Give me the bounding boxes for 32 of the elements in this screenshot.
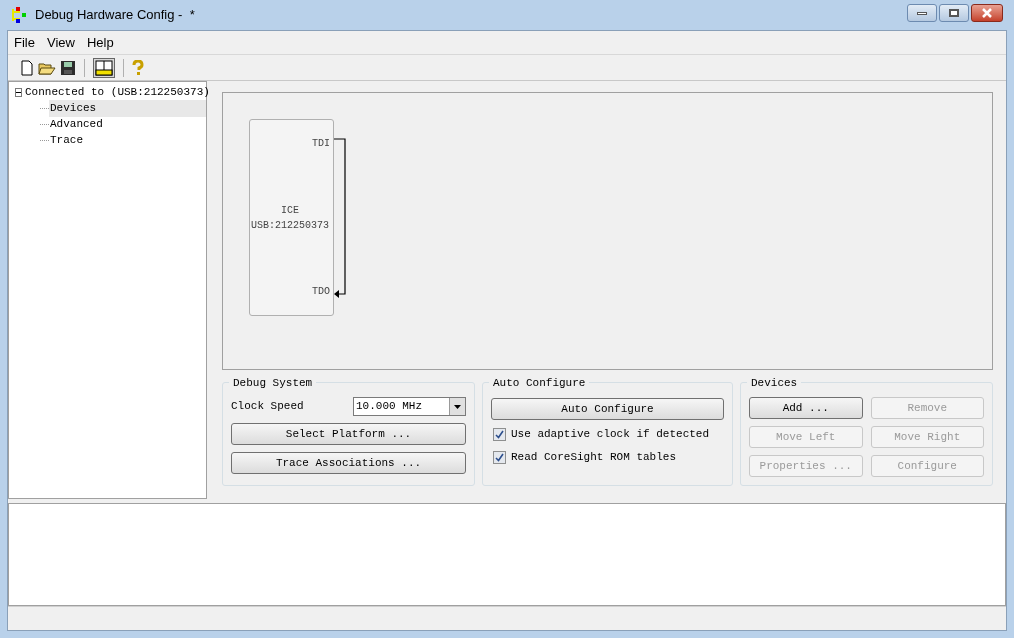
checkbox[interactable] — [493, 428, 506, 441]
auto-configure-button[interactable]: Auto Configure — [491, 398, 724, 421]
app-logo-icon — [11, 7, 27, 23]
action-button[interactable]: Trace Associations ... — [231, 452, 466, 474]
new-file-icon[interactable] — [20, 59, 34, 76]
clock-speed-dropdown[interactable]: 10.000 MHz — [353, 397, 466, 416]
device-id: USB:212250373 — [251, 218, 329, 233]
close-button[interactable] — [971, 4, 1003, 22]
tree-item[interactable]: Connected to (USB:212250373) — [25, 84, 210, 101]
action-button[interactable]: Select Platform ... — [231, 423, 466, 445]
checkbox-label: Use adaptive clock if detected — [511, 427, 710, 443]
tree-item[interactable]: Devices — [49, 100, 206, 117]
collapse-toggle[interactable] — [15, 87, 22, 97]
tree-item[interactable]: Trace — [49, 132, 206, 149]
menu-item[interactable]: File — [14, 32, 35, 53]
save-icon[interactable] — [60, 59, 76, 76]
layout-toggle-icon[interactable] — [93, 57, 115, 78]
window-title: Debug Hardware Config - * — [35, 6, 195, 25]
menu-item[interactable]: View — [46, 32, 75, 53]
menu-item[interactable]: Help — [86, 32, 114, 53]
tree-item[interactable]: Advanced — [49, 116, 206, 133]
device-name: ICE — [281, 203, 299, 218]
device-button[interactable]: Add ... — [749, 397, 863, 419]
dropdown-caret-icon — [454, 404, 461, 409]
maximize-button[interactable] — [939, 4, 969, 22]
checkbox[interactable] — [493, 450, 506, 464]
minimize-button[interactable] — [907, 4, 937, 22]
checkbox-label: Read CoreSight ROM tables — [511, 449, 677, 465]
close-icon — [981, 8, 993, 18]
pin-label: TDO — [312, 285, 330, 299]
pin-label: TDI — [312, 137, 330, 151]
clock-speed-label: Clock Speed — [231, 399, 304, 415]
